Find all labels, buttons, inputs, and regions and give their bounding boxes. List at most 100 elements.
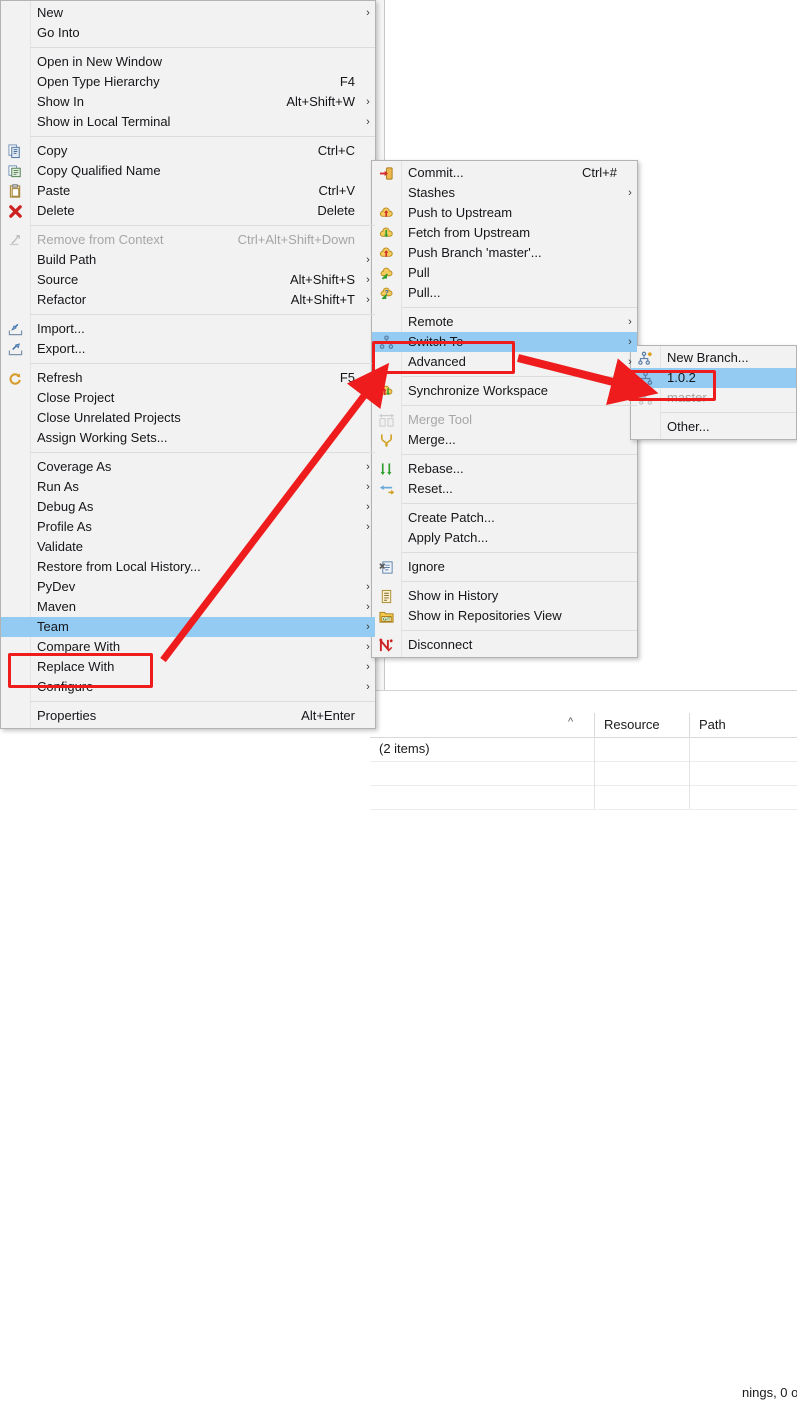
menu-item-apply-patch[interactable]: Apply Patch... — [372, 528, 637, 548]
menu-item-copy-qualified-name[interactable]: Copy Qualified Name — [1, 161, 375, 181]
menu-item-delete[interactable]: Delete Delete — [1, 201, 375, 221]
delete-x-icon — [1, 201, 30, 221]
no-icon — [1, 677, 30, 697]
menu-item-reset[interactable]: Reset... — [372, 479, 637, 499]
cell-resource — [595, 785, 690, 809]
table-row[interactable]: (2 items) — [370, 737, 797, 762]
column-header-path[interactable]: Path — [690, 713, 797, 737]
menu-item-rebase[interactable]: Rebase... — [372, 459, 637, 479]
menu-item-import[interactable]: Import... — [1, 319, 375, 339]
menu-item-show-in-repositories-view[interactable]: GIT Show in Repositories View — [372, 606, 637, 626]
menu-item-1-0-2[interactable]: 1.0.2 — [631, 368, 796, 388]
no-icon — [631, 417, 660, 437]
no-icon — [1, 577, 30, 597]
menu-item-pydev[interactable]: PyDev › — [1, 577, 375, 597]
menu-item-new-branch[interactable]: New Branch... — [631, 348, 796, 368]
submenu-chevron-icon: › — [366, 7, 370, 19]
cell-description: (2 items) — [370, 737, 595, 761]
menu-item-shortcut: Delete — [317, 203, 355, 218]
menu-item-pull[interactable]: Pull — [372, 263, 637, 283]
menu-item-profile-as[interactable]: Profile As › — [1, 517, 375, 537]
menu-item-show-in[interactable]: Show In Alt+Shift+W › — [1, 92, 375, 112]
menu-item-ignore[interactable]: Ignore — [372, 557, 637, 577]
menu-item-label: Commit... — [408, 165, 464, 180]
menu-item-merge-tool: Merge Tool — [372, 410, 637, 430]
menu-item-replace-with[interactable]: Replace With › — [1, 657, 375, 677]
no-icon — [1, 112, 30, 132]
menu-item-new[interactable]: New › — [1, 3, 375, 23]
menu-separator — [30, 701, 375, 702]
menu-item-pull[interactable]: ? Pull... — [372, 283, 637, 303]
merge-tool-icon — [372, 410, 401, 430]
menu-item-stashes[interactable]: Stashes › — [372, 183, 637, 203]
column-header-description[interactable] — [370, 713, 595, 737]
menu-item-shortcut: Alt+Shift+W — [286, 94, 355, 109]
menu-item-coverage-as[interactable]: Coverage As › — [1, 457, 375, 477]
menu-item-team[interactable]: Team › — [1, 617, 375, 637]
project-context-menu[interactable]: New › Go Into Open in New Window Open Type H… — [0, 0, 376, 729]
menu-item-build-path[interactable]: Build Path › — [1, 250, 375, 270]
table-row[interactable] — [370, 761, 797, 786]
menu-item-label: Create Patch... — [408, 510, 495, 525]
no-icon — [372, 528, 401, 548]
menu-item-label: PyDev — [37, 579, 76, 594]
team-submenu[interactable]: Commit... Ctrl+# Stashes › Push to Upstream F… — [371, 160, 638, 658]
menu-item-synchronize-workspace[interactable]: Synchronize Workspace — [372, 381, 637, 401]
menu-item-show-in-local-terminal[interactable]: Show in Local Terminal › — [1, 112, 375, 132]
menu-item-assign-working-sets[interactable]: Assign Working Sets... — [1, 428, 375, 448]
menu-item-source[interactable]: Source Alt+Shift+S › — [1, 270, 375, 290]
no-icon — [1, 92, 30, 112]
menu-item-advanced[interactable]: Advanced › — [372, 352, 637, 372]
menu-item-configure[interactable]: Configure › — [1, 677, 375, 697]
menu-item-shortcut: F5 — [339, 370, 355, 385]
new-branch-icon — [631, 348, 660, 368]
menu-item-label: Source — [37, 272, 79, 287]
menu-item-refresh[interactable]: Refresh F5 — [1, 368, 375, 388]
menu-item-maven[interactable]: Maven › — [1, 597, 375, 617]
menu-item-other[interactable]: Other... — [631, 417, 796, 437]
menu-item-create-patch[interactable]: Create Patch... — [372, 508, 637, 528]
menu-item-merge[interactable]: Merge... — [372, 430, 637, 450]
menu-item-debug-as[interactable]: Debug As › — [1, 497, 375, 517]
menu-item-label: Remote — [408, 314, 454, 329]
table-row[interactable] — [370, 785, 797, 810]
menu-item-run-as[interactable]: Run As › — [1, 477, 375, 497]
menu-item-label: Apply Patch... — [408, 530, 489, 545]
no-icon — [1, 428, 30, 448]
menu-item-properties[interactable]: Properties Alt+Enter — [1, 706, 375, 726]
fetch-cloud-icon — [372, 223, 401, 243]
menu-item-refactor[interactable]: Refactor Alt+Shift+T › — [1, 290, 375, 310]
menu-item-commit[interactable]: Commit... Ctrl+# — [372, 163, 637, 183]
menu-item-open-type-hierarchy[interactable]: Open Type Hierarchy F4 — [1, 72, 375, 92]
menu-item-paste[interactable]: Paste Ctrl+V — [1, 181, 375, 201]
menu-item-close-unrelated-projects[interactable]: Close Unrelated Projects — [1, 408, 375, 428]
menu-item-label: Pull — [408, 265, 430, 280]
column-header-resource[interactable]: Resource — [595, 713, 690, 737]
menu-item-remove-from-context: Remove from Context Ctrl+Alt+Shift+Down — [1, 230, 375, 250]
menu-item-label: Paste — [37, 183, 71, 198]
menu-item-label: Delete — [37, 203, 75, 218]
menu-item-restore-from-local-history[interactable]: Restore from Local History... — [1, 557, 375, 577]
menu-item-compare-with[interactable]: Compare With › — [1, 637, 375, 657]
menu-item-label: Merge... — [408, 432, 456, 447]
menu-item-switch-to[interactable]: Switch To › — [372, 332, 637, 352]
menu-item-label: Replace With — [37, 659, 115, 674]
menu-item-export[interactable]: Export... — [1, 339, 375, 359]
menu-item-disconnect[interactable]: Disconnect — [372, 635, 637, 655]
menu-item-remote[interactable]: Remote › — [372, 312, 637, 332]
menu-item-push-branch-master[interactable]: Push Branch 'master'... — [372, 243, 637, 263]
menu-item-open-in-new-window[interactable]: Open in New Window — [1, 52, 375, 72]
switch-to-submenu[interactable]: New Branch... 1.0.2 master Other... — [630, 345, 797, 440]
menu-item-push-to-upstream[interactable]: Push to Upstream — [372, 203, 637, 223]
menu-item-close-project[interactable]: Close Project — [1, 388, 375, 408]
no-icon — [1, 290, 30, 310]
menu-item-fetch-from-upstream[interactable]: Fetch from Upstream — [372, 223, 637, 243]
menu-item-show-in-history[interactable]: Show in History — [372, 586, 637, 606]
menu-item-label: New — [37, 5, 64, 20]
menu-item-master: master — [631, 388, 796, 408]
import-icon — [1, 319, 30, 339]
menu-item-copy[interactable]: Copy Ctrl+C — [1, 141, 375, 161]
menu-item-validate[interactable]: Validate — [1, 537, 375, 557]
menu-item-label: master — [667, 390, 707, 405]
menu-item-go-into[interactable]: Go Into — [1, 23, 375, 43]
